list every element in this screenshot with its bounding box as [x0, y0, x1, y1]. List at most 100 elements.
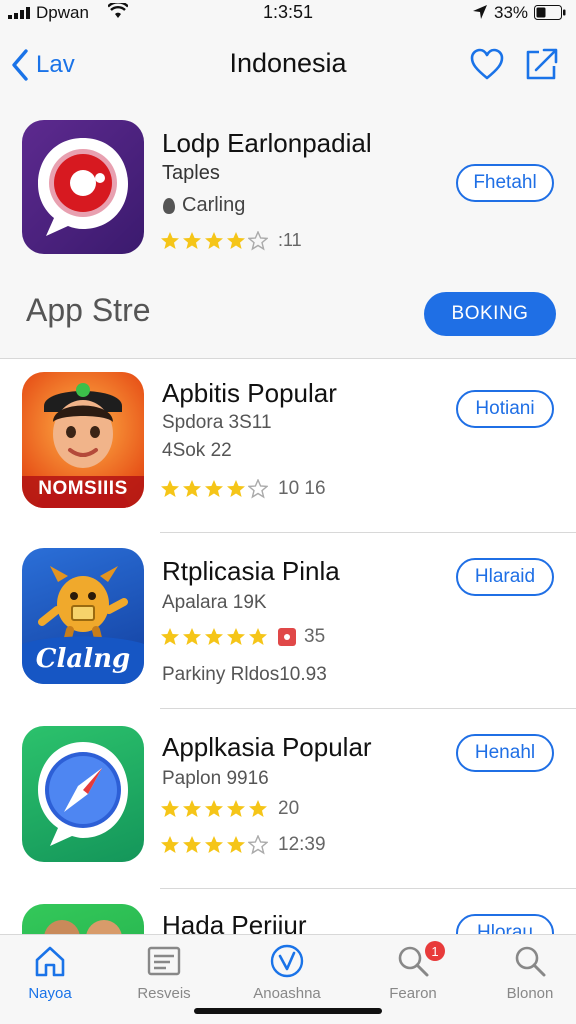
- app-icon[interactable]: [22, 904, 144, 934]
- section-title: App Stre: [26, 292, 151, 328]
- star-filled-icon: [161, 836, 179, 853]
- battery-icon: [534, 5, 566, 20]
- app-icon-text: NOMSIIIS: [38, 478, 128, 499]
- star-filled-icon: [205, 628, 223, 645]
- star-rating: [160, 479, 270, 499]
- app-subtitle: Spdora 3S11: [162, 412, 272, 433]
- share-icon[interactable]: [524, 46, 560, 82]
- search-icon: [515, 946, 546, 977]
- booking-button[interactable]: BOKING: [424, 292, 556, 336]
- star-filled-icon: [249, 800, 267, 817]
- star-filled-icon: [161, 480, 179, 497]
- tab-label: Blonon: [506, 985, 554, 1002]
- app-name[interactable]: Rtplicasia Pinla: [162, 556, 340, 587]
- faces-icon: [44, 920, 122, 934]
- tab-home[interactable]: Nayoa: [0, 943, 100, 1002]
- list-item[interactable]: Clalng Rtplicasia Pinla Apalara 19K 35 P…: [0, 532, 576, 708]
- gamepad-icon: [163, 197, 175, 214]
- featured-get-button[interactable]: Fhetahl: [456, 164, 554, 202]
- rating-count: :11: [278, 230, 302, 250]
- rating-text: 10 16: [278, 478, 326, 499]
- heart-icon[interactable]: [470, 48, 504, 82]
- star-filled-icon: [227, 800, 245, 817]
- tab-explore[interactable]: Anoashna: [237, 943, 337, 1002]
- star-filled-icon: [205, 231, 223, 249]
- star-filled-icon: [161, 628, 179, 645]
- list-item[interactable]: Applkasia Popular Paplon 9916 20 12:39 H…: [0, 708, 576, 888]
- app-meta: 4Sok 22: [162, 440, 232, 461]
- app-icon[interactable]: Clalng: [22, 548, 144, 684]
- app-icon[interactable]: [22, 726, 144, 862]
- list-icon: [147, 946, 181, 976]
- home-indicator: [194, 1008, 382, 1014]
- nav-header: Lav Indonesia: [0, 26, 576, 106]
- star-filled-icon: [161, 231, 179, 249]
- star-filled-icon: [183, 628, 201, 645]
- featured-app-subtitle: Taples: [162, 162, 220, 184]
- star-filled-icon: [227, 836, 245, 853]
- star-filled-icon: [205, 800, 223, 817]
- star-rating: [160, 627, 270, 647]
- list-item[interactable]: NOMSIIIS Apbitis Popular Spdora 3S11 4So…: [0, 358, 576, 532]
- home-icon: [35, 946, 65, 977]
- star-empty-icon: [248, 230, 268, 251]
- rating-text: 12:39: [278, 834, 326, 855]
- status-bar: Dpwan 1:3:51 33%: [0, 0, 576, 26]
- rating-text: 20: [278, 798, 300, 819]
- featured-app-icon[interactable]: [22, 120, 144, 254]
- app-rating: 10 16: [160, 478, 326, 500]
- star-filled-icon: [205, 480, 223, 497]
- star-filled-icon: [205, 836, 223, 853]
- app-icon[interactable]: NOMSIIIS: [22, 372, 144, 508]
- app-name[interactable]: Apbitis Popular: [162, 378, 337, 409]
- star-filled-icon: [227, 480, 245, 497]
- app-subtitle: Paplon 9916: [162, 768, 269, 789]
- tab-label: Fearon: [389, 985, 437, 1002]
- featured-app-category: Carling: [162, 194, 245, 217]
- tab-label: Resveis: [137, 985, 191, 1002]
- star-filled-icon: [183, 836, 201, 853]
- star-rating: [160, 230, 270, 251]
- get-button[interactable]: Henahl: [456, 734, 554, 772]
- compass-icon: [38, 742, 128, 846]
- star-filled-icon: [227, 628, 245, 645]
- tab-label: Anoashna: [253, 985, 321, 1002]
- app-rating-secondary: 12:39: [160, 834, 326, 856]
- star-empty-icon: [248, 835, 268, 855]
- star-filled-icon: [249, 628, 267, 645]
- featured-section: Lodp Earlonpadial Taples Carling :11 Fhe…: [0, 106, 576, 358]
- tab-reviews[interactable]: Resveis: [114, 943, 214, 1002]
- battery-percent: 33%: [494, 3, 529, 22]
- star-filled-icon: [183, 800, 201, 817]
- app-subtitle: Apalara 19K: [162, 592, 267, 613]
- star-filled-icon: [227, 231, 245, 249]
- app-name[interactable]: Hada Periiur: [162, 910, 307, 934]
- star-filled-icon: [161, 800, 179, 817]
- tag-icon: [278, 628, 296, 646]
- star-rating: [160, 799, 270, 819]
- featured-app-name[interactable]: Lodp Earlonpadial: [162, 128, 372, 159]
- get-button[interactable]: Hlaraid: [456, 558, 554, 596]
- featured-category-label: Carling: [182, 194, 246, 216]
- list-item[interactable]: Hada Periiur Hlorau: [0, 888, 576, 934]
- app-rating: 35: [160, 626, 325, 648]
- compass-icon: [270, 944, 304, 978]
- get-button[interactable]: Hlorau: [456, 914, 554, 934]
- app-meta: Parkiny Rldos10.93: [162, 664, 327, 685]
- featured-rating: :11: [160, 230, 302, 251]
- tab-label: Nayoa: [28, 985, 72, 1002]
- star-rating: [160, 835, 270, 855]
- star-empty-icon: [248, 479, 268, 499]
- rating-text: 35: [304, 626, 326, 647]
- star-filled-icon: [183, 231, 201, 249]
- get-button[interactable]: Hotiani: [456, 390, 554, 428]
- chat-bubble-icon: [38, 138, 128, 236]
- app-icon-text: Clalng: [35, 644, 131, 674]
- clock-time: 1:3:51: [262, 2, 314, 22]
- app-name[interactable]: Applkasia Popular: [162, 732, 372, 763]
- app-rating: 20: [160, 798, 299, 820]
- tab-updates[interactable]: 1 Fearon: [363, 941, 463, 1002]
- notification-badge: 1: [425, 941, 445, 961]
- tab-search[interactable]: Blonon: [480, 943, 576, 1002]
- star-filled-icon: [183, 480, 201, 497]
